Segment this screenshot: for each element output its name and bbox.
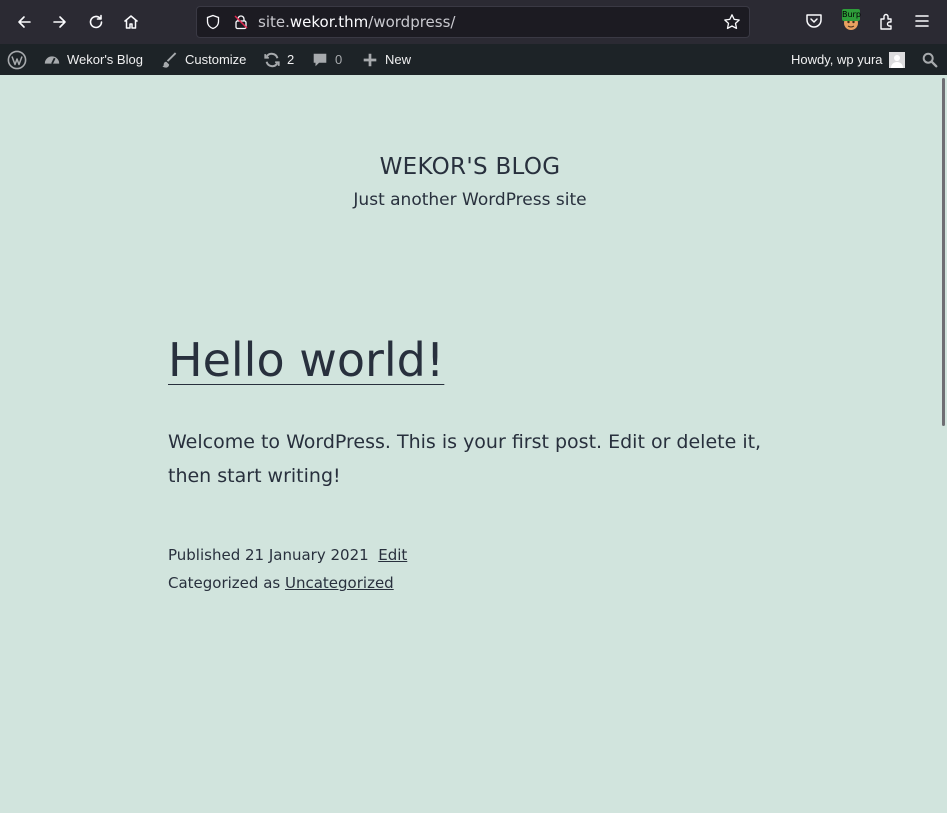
url-bar[interactable]: site.wekor.thm/wordpress/ xyxy=(196,6,750,38)
reload-button[interactable] xyxy=(82,8,110,36)
comments-count: 0 xyxy=(335,52,343,67)
updates-icon xyxy=(264,52,280,67)
wp-admin-bar: Wekor's Blog Customize 2 0 New Howdy, wp… xyxy=(0,44,947,75)
insecure-lock-icon[interactable] xyxy=(233,14,249,30)
updates-count: 2 xyxy=(287,52,295,67)
avatar xyxy=(888,51,905,68)
post-title-link[interactable]: Hello world! xyxy=(168,333,444,387)
forward-button[interactable] xyxy=(46,8,74,36)
edit-post-link[interactable]: Edit xyxy=(378,546,407,564)
comment-icon xyxy=(313,53,327,66)
user-silhouette-icon xyxy=(890,54,903,68)
bookmark-star-icon[interactable] xyxy=(723,13,741,31)
howdy-label: Howdy, wp yura xyxy=(791,52,883,67)
url-prefix: site. xyxy=(258,13,290,31)
categorized-label: Categorized as xyxy=(168,574,281,592)
site-description: Just another WordPress site xyxy=(353,190,587,210)
url-text[interactable]: site.wekor.thm/wordpress/ xyxy=(258,13,455,31)
admin-bar-comments[interactable]: 0 xyxy=(311,44,342,75)
post-published-meta: Published 21 January 2021 Edit xyxy=(168,546,407,564)
back-button[interactable] xyxy=(10,8,38,36)
published-date: 21 January 2021 xyxy=(245,546,369,564)
admin-bar-site-name[interactable]: Wekor's Blog xyxy=(43,44,143,75)
admin-bar-new[interactable]: New xyxy=(361,44,411,75)
burp-badge: Burp xyxy=(842,9,861,21)
home-icon xyxy=(124,15,138,29)
plus-icon xyxy=(363,53,377,66)
home-button[interactable] xyxy=(117,8,145,36)
shield-icon[interactable] xyxy=(205,14,221,30)
page-content: WEKOR'S BLOG Just another WordPress site… xyxy=(0,75,940,813)
post-category-meta: Categorized as Uncategorized xyxy=(168,574,394,592)
wordpress-logo-icon xyxy=(7,50,27,69)
category-link[interactable]: Uncategorized xyxy=(285,574,394,592)
pocket-icon[interactable] xyxy=(804,11,824,31)
arrow-right-icon xyxy=(53,16,66,28)
url-path: /wordpress/ xyxy=(368,13,456,31)
extensions-icon[interactable] xyxy=(877,11,897,31)
browser-toolbar: site.wekor.thm/wordpress/ Burp xyxy=(0,0,947,44)
reload-icon xyxy=(89,14,103,29)
site-title[interactable]: WEKOR'S BLOG xyxy=(0,154,940,180)
dashboard-icon xyxy=(44,55,60,64)
menu-icon[interactable] xyxy=(912,11,932,31)
search-icon xyxy=(922,52,938,67)
post-excerpt: Welcome to WordPress. This is your first… xyxy=(168,431,762,487)
site-name-label: Wekor's Blog xyxy=(67,52,143,67)
admin-bar-customize[interactable]: Customize xyxy=(161,44,246,75)
wp-logo-menu[interactable] xyxy=(7,44,27,75)
paintbrush-icon xyxy=(162,51,177,68)
url-host: wekor.thm xyxy=(289,13,369,31)
arrow-left-icon xyxy=(18,16,31,28)
admin-bar-updates[interactable]: 2 xyxy=(263,44,294,75)
new-label: New xyxy=(385,52,412,67)
admin-bar-search[interactable] xyxy=(921,44,939,75)
customize-label: Customize xyxy=(185,52,247,67)
admin-bar-my-account[interactable]: Howdy, wp yura xyxy=(791,44,905,75)
published-label: Published xyxy=(168,546,241,564)
scrollbar-thumb[interactable] xyxy=(942,78,945,426)
